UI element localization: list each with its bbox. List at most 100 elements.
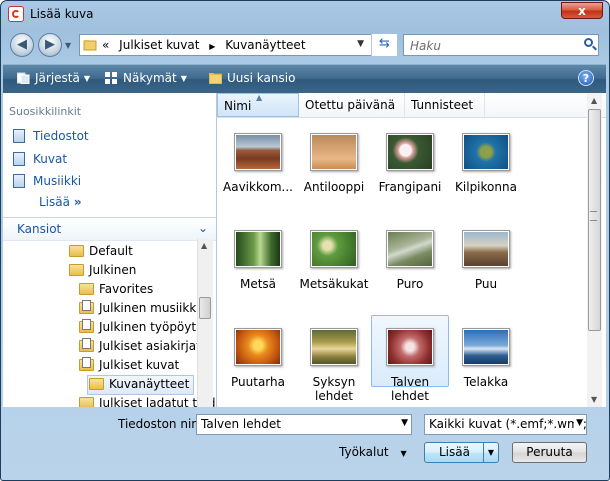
breadcrumb-overflow[interactable]: « <box>102 38 109 52</box>
file-item[interactable]: Puu <box>447 230 525 291</box>
file-item[interactable]: Metsä <box>219 230 297 291</box>
file-name: Telakka <box>463 375 509 389</box>
address-bar[interactable]: « Julkiset kuvat ▶ Kuvanäytteet ▼ <box>79 34 397 56</box>
insert-button[interactable]: Lisää ▼ <box>424 442 499 463</box>
image-thumbnail <box>462 230 510 268</box>
music-icon <box>13 174 25 188</box>
favorite-link-label: Musiikki <box>33 174 82 188</box>
file-item-selected[interactable]: Talven lehdet <box>371 315 449 403</box>
favorite-link-music[interactable]: Musiikki <box>13 174 81 188</box>
insert-picture-dialog: Lisää kuva x ◀ ▶ ▼ « Julkiset kuvat ▶ Ku… <box>0 0 610 481</box>
folders-scrollbar[interactable]: ▲ <box>197 239 213 407</box>
column-tags[interactable]: Tunnisteet <box>405 93 485 117</box>
column-date-taken[interactable]: Otettu päivänä <box>299 93 405 117</box>
tree-item-public-desktop[interactable]: Julkinen työpöytä <box>79 319 203 337</box>
breadcrumb-separator[interactable]: ▶ <box>209 42 215 51</box>
recent-pages-dropdown-icon[interactable]: ▼ <box>65 41 71 50</box>
favorite-link-label: Tiedostot <box>33 129 89 143</box>
organize-icon <box>17 72 30 84</box>
file-name: Aavikkom... <box>223 180 293 194</box>
refresh-icon[interactable]: ⇆ <box>371 34 397 56</box>
search-input[interactable]: Haku <box>410 39 441 53</box>
file-name: Puro <box>396 277 424 291</box>
column-date-taken-label: Otettu päivänä <box>305 98 396 112</box>
organize-button[interactable]: Järjestä ▼ <box>17 71 90 85</box>
file-type-dropdown-icon[interactable]: ▼ <box>574 418 583 428</box>
forward-button[interactable]: ▶ <box>38 33 62 57</box>
image-thumbnail <box>234 133 282 171</box>
tree-item-public-pictures[interactable]: Julkiset kuvat <box>79 357 179 375</box>
favorite-links-heading: Suosikkilinkit <box>9 105 82 118</box>
file-name: Kilpikonna <box>455 180 517 194</box>
file-item[interactable]: Telakka <box>447 328 525 389</box>
tools-dropdown-icon: ▼ <box>400 449 407 458</box>
tree-item-default[interactable]: Default <box>69 243 133 261</box>
tree-item-label: Julkinen musiikki <box>99 301 200 315</box>
navigation-pane: Suosikkilinkit Tiedostot Kuvat Musiikki … <box>3 93 217 407</box>
search-icon[interactable] <box>584 38 593 47</box>
tree-item-public-documents[interactable]: Julkiset asiakirjat <box>79 338 201 356</box>
file-item[interactable]: Syksyn lehdet <box>295 328 373 403</box>
insert-options-dropdown-icon[interactable]: ▼ <box>483 443 498 462</box>
tree-item-sample-pictures[interactable]: Kuvanäytteet <box>87 375 195 395</box>
search-box[interactable]: Haku <box>403 34 599 56</box>
insert-label: Lisää <box>439 445 470 459</box>
file-name: Puu <box>474 277 498 291</box>
chevron-down-icon: ⌄ <box>197 221 208 235</box>
column-name[interactable]: ▲ Nimi <box>217 93 299 117</box>
tree-item-label: Julkiset asiakirjat <box>99 339 201 353</box>
tree-item-label: Julkinen työpöytä <box>99 320 204 334</box>
title-bar: Lisää kuva x <box>1 1 609 29</box>
breadcrumb-julkiset-kuvat[interactable]: Julkiset kuvat <box>119 38 199 52</box>
folders-header[interactable]: Kansiot ⌄ <box>3 217 216 241</box>
file-item[interactable]: Antilooppi <box>295 133 373 194</box>
file-name: Metsäkukat <box>299 277 369 291</box>
more-links-label: Lisää <box>39 195 70 209</box>
breadcrumb-kuvanaytteet[interactable]: Kuvanäytteet <box>225 38 305 52</box>
file-item[interactable]: Puro <box>371 230 449 291</box>
organize-label: Järjestä <box>35 71 80 85</box>
views-button[interactable]: Näkymät ▼ <box>105 71 187 85</box>
file-list-pane: ▲Nimi Otettu päivänä Tunnisteet » Aavikk… <box>217 93 606 407</box>
close-button[interactable]: x <box>561 2 603 19</box>
tools-menu[interactable]: Työkalut ▼ <box>339 445 407 459</box>
new-folder-button[interactable]: Uusi kansio <box>209 71 295 85</box>
image-thumbnail <box>310 230 358 268</box>
file-item[interactable]: Puutarha <box>219 328 297 389</box>
address-dropdown-icon[interactable]: ▼ <box>357 39 364 49</box>
tree-item-favorites[interactable]: Favorites <box>79 281 153 299</box>
window-title: Lisää kuva <box>30 7 94 21</box>
file-item[interactable]: Frangipani <box>371 133 449 194</box>
file-name: Talven lehdet <box>390 375 430 403</box>
tree-item-public-downloads[interactable]: Julkiset ladatut tied <box>79 395 215 407</box>
tree-item-julkinen[interactable]: Julkinen <box>69 262 136 280</box>
folder-icon <box>89 378 104 390</box>
scroll-up-icon[interactable]: ▲ <box>591 96 597 105</box>
image-thumbnail <box>462 133 510 171</box>
filename-dropdown-icon[interactable]: ▼ <box>401 418 408 428</box>
file-list-scrollbar[interactable]: ▲ ▼ <box>587 93 602 407</box>
file-type-select[interactable]: Kaikki kuvat (*.emf;*.wmf;*.jpg ▼ <box>424 414 587 435</box>
scroll-down-icon[interactable]: ▼ <box>591 395 597 404</box>
more-links[interactable]: Lisää » <box>39 195 82 209</box>
favorite-link-documents[interactable]: Tiedostot <box>13 129 89 143</box>
favorite-link-pictures[interactable]: Kuvat <box>13 152 67 166</box>
folder-icon <box>69 264 84 276</box>
scrollbar-thumb[interactable] <box>199 297 211 319</box>
filename-input[interactable]: Talven lehdet ▼ <box>196 414 412 435</box>
file-name: Metsä <box>239 277 277 291</box>
tree-item-label: Favorites <box>99 282 154 296</box>
more-links-chevron-icon: » <box>73 195 82 209</box>
file-item[interactable]: Metsäkukat <box>295 230 373 291</box>
back-button[interactable]: ◀ <box>10 33 34 57</box>
pictures-icon <box>13 152 25 166</box>
file-item[interactable]: Aavikkom... <box>219 133 297 194</box>
file-item[interactable]: Kilpikonna <box>447 133 525 194</box>
tree-item-public-music[interactable]: Julkinen musiikki <box>79 300 200 318</box>
file-name: Frangipani <box>378 180 442 194</box>
cancel-button[interactable]: Peruuta <box>512 442 587 463</box>
column-headers: ▲Nimi Otettu päivänä Tunnisteet » <box>217 93 606 118</box>
scroll-up-icon[interactable]: ▲ <box>201 241 207 250</box>
tools-label: Työkalut <box>339 445 389 459</box>
help-icon[interactable]: ? <box>578 70 594 86</box>
